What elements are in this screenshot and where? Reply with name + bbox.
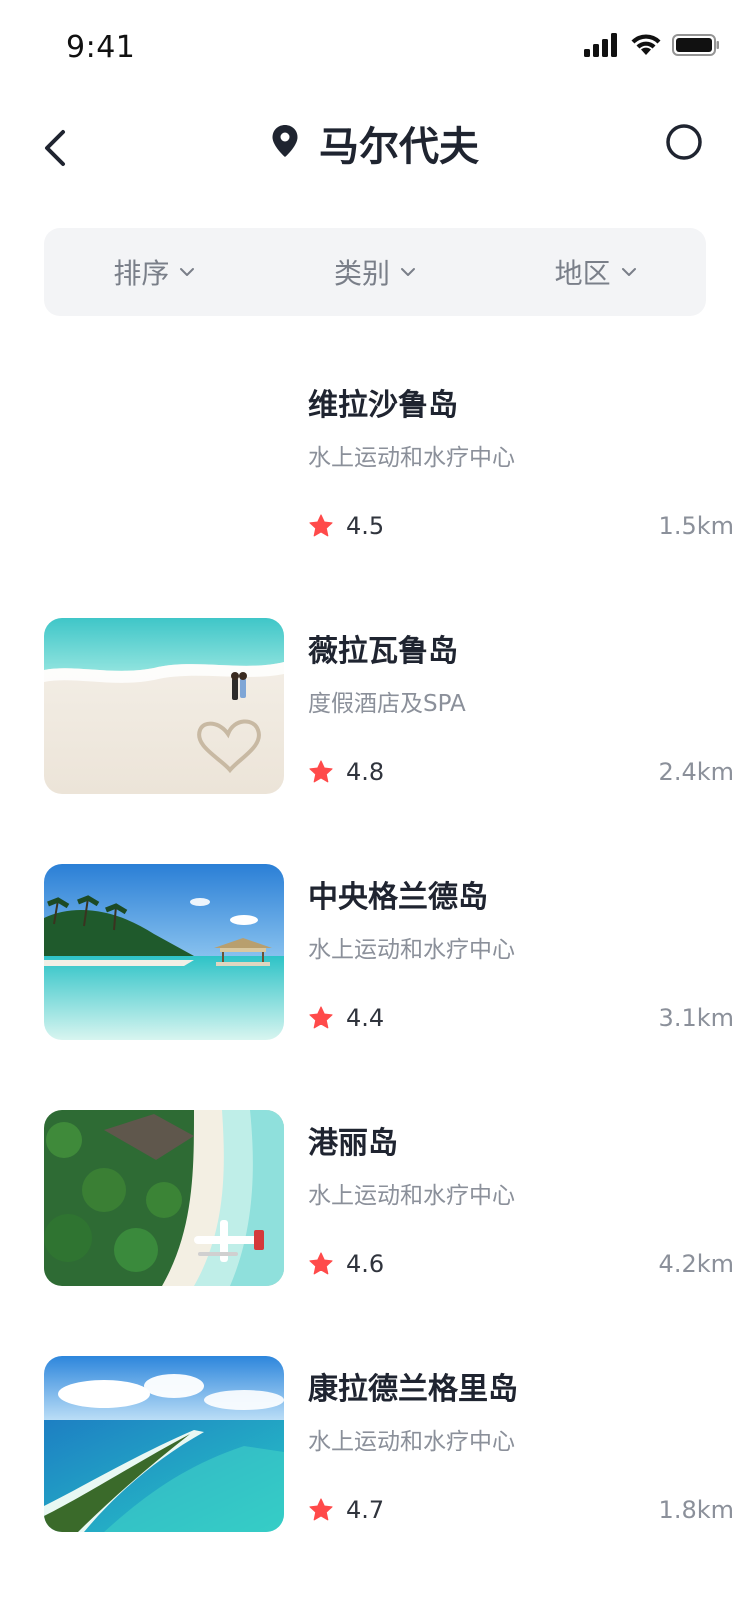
title-group: 马尔代夫 [0,114,750,172]
item-description: 水上运动和水疗中心 [308,937,515,963]
star-icon [309,1252,333,1275]
list-item[interactable]: 薇拉瓦鲁岛 度假酒店及SPA 4.8 2.4km [44,618,734,794]
filter-bar: 排序 类别 地区 [44,228,706,316]
item-thumbnail [44,372,284,548]
page-title: 马尔代夫 [319,124,479,170]
filter-region[interactable]: 地区 [485,252,706,292]
chevron-down-icon [401,268,416,276]
item-thumbnail [44,1356,284,1532]
filter-label: 地区 [554,257,611,290]
item-name: 康拉德兰格里岛 [308,1372,518,1407]
filter-category[interactable]: 类别 [265,252,486,292]
item-rating: 4.5 [308,512,384,540]
item-distance: 3.1km [658,1004,734,1032]
header: 马尔代夫 [0,100,750,196]
star-icon [309,760,333,783]
item-thumbnail [44,864,284,1040]
item-description: 水上运动和水疗中心 [308,1429,515,1455]
cellular-signal-icon [584,33,620,61]
item-rating: 4.8 [308,758,384,786]
location-pin-icon [271,124,299,162]
item-name: 薇拉瓦鲁岛 [308,634,458,669]
chevron-down-icon [621,268,636,276]
item-distance: 1.8km [658,1496,734,1524]
item-name: 维拉沙鲁岛 [308,388,458,423]
rating-value: 4.5 [346,512,385,540]
list-item[interactable]: 中央格兰德岛 水上运动和水疗中心 4.4 3.1km [44,864,734,1040]
item-rating: 4.7 [308,1496,384,1524]
item-thumbnail [44,618,284,794]
rating-value: 4.7 [346,1496,385,1524]
filter-sort[interactable]: 排序 [44,252,265,292]
item-description: 水上运动和水疗中心 [308,445,515,471]
item-name: 港丽岛 [308,1126,398,1161]
filter-label: 排序 [113,257,170,290]
rating-value: 4.8 [346,758,385,786]
more-button[interactable] [664,122,704,162]
star-icon [309,1498,333,1521]
list-item[interactable]: 康拉德兰格里岛 水上运动和水疗中心 4.7 1.8km [44,1356,734,1532]
list-item[interactable]: 维拉沙鲁岛 水上运动和水疗中心 4.5 1.5km [44,372,734,548]
rating-value: 4.6 [346,1250,385,1278]
item-description: 水上运动和水疗中心 [308,1183,515,1209]
status-bar: 9:41 [0,0,750,96]
star-icon [309,1006,333,1029]
chevron-down-icon [180,268,195,276]
item-distance: 1.5km [658,512,734,540]
item-distance: 4.2km [658,1250,734,1278]
star-icon [309,514,333,537]
battery-icon [672,33,720,61]
item-rating: 4.6 [308,1250,384,1278]
item-name: 中央格兰德岛 [308,880,488,915]
rating-value: 4.4 [346,1004,385,1032]
filter-label: 类别 [334,257,391,290]
item-description: 度假酒店及SPA [308,691,466,717]
list-item[interactable]: 港丽岛 水上运动和水疗中心 4.6 4.2km [44,1110,734,1286]
circle-icon [666,124,702,160]
item-distance: 2.4km [658,758,734,786]
item-thumbnail [44,1110,284,1286]
status-icons [584,30,720,64]
item-rating: 4.4 [308,1004,384,1032]
status-time: 9:41 [66,30,136,65]
wifi-icon [630,33,662,61]
